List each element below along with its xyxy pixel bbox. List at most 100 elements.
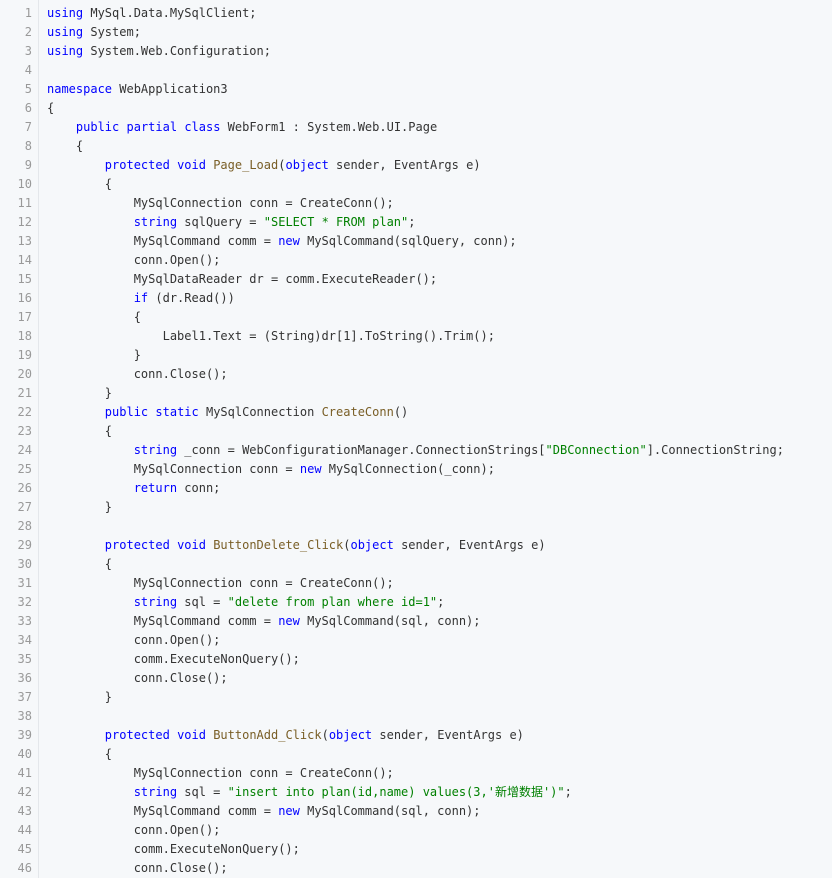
code-text: MySqlConnection conn = CreateConn();: [47, 766, 394, 780]
line-number: 31: [17, 576, 32, 590]
code-keyword: using: [47, 25, 84, 39]
code-line: }: [47, 688, 112, 707]
line-number: 1: [24, 6, 32, 20]
code-text: {: [47, 139, 84, 153]
code-text: conn.Close();: [47, 861, 228, 875]
code-line: {: [47, 308, 141, 327]
line-number: 36: [17, 671, 32, 685]
code-text: ].ConnectionString;: [646, 443, 784, 457]
line-number: 46: [17, 861, 32, 875]
line-number: 39: [17, 728, 32, 742]
code-text: MySqlConnection conn = CreateConn();: [47, 196, 394, 210]
code-line: MySqlDataReader dr = comm.ExecuteReader(…: [47, 270, 437, 289]
code-text: }: [47, 348, 141, 362]
code-text: Label1.Text = (String)dr[1].ToString().T…: [47, 329, 495, 343]
code-line: if (dr.Read()): [47, 289, 235, 308]
line-number: 20: [17, 367, 32, 381]
line-number: 7: [24, 120, 32, 134]
line-number: 19: [17, 348, 32, 362]
line-number: 21: [17, 386, 32, 400]
code-keyword: protected: [104, 158, 170, 172]
code-keyword: string: [133, 215, 178, 229]
line-number: 5: [24, 82, 32, 96]
code-method-name: Page_Load: [213, 158, 279, 172]
code-content: using MySql.Data.MySqlClient; using Syste…: [39, 0, 832, 878]
code-string: "insert into plan(id,name) values(3,'新增数…: [227, 785, 565, 799]
code-line: conn.Open();: [47, 251, 221, 270]
code-keyword: string: [133, 595, 178, 609]
line-number: 22: [17, 405, 32, 419]
line-number: 33: [17, 614, 32, 628]
code-string: "DBConnection": [545, 443, 647, 457]
line-number: 12: [17, 215, 32, 229]
line-number: 38: [17, 709, 32, 723]
code-text: System;: [83, 25, 141, 39]
code-line: {: [47, 745, 112, 764]
line-number: 29: [17, 538, 32, 552]
code-text: ;: [408, 215, 416, 229]
line-number: 18: [17, 329, 32, 343]
line-number: 10: [17, 177, 32, 191]
code-line: string sql = "delete from plan where id=…: [47, 593, 445, 612]
line-number: 43: [17, 804, 32, 818]
code-line: {: [47, 175, 112, 194]
line-number: 26: [17, 481, 32, 495]
code-keyword: new: [278, 234, 300, 248]
code-line: protected void ButtonDelete_Click(object…: [47, 536, 546, 555]
code-keyword: protected: [104, 538, 170, 552]
code-text: sender, EventArgs e): [372, 728, 524, 742]
code-keyword: protected: [104, 728, 170, 742]
code-line: comm.ExecuteNonQuery();: [47, 650, 300, 669]
code-keyword: using: [47, 6, 84, 20]
code-text: }: [47, 386, 113, 400]
line-number: 14: [17, 253, 32, 267]
code-text: comm.ExecuteNonQuery();: [47, 652, 300, 666]
code-line: string _conn = WebConfigurationManager.C…: [47, 441, 784, 460]
code-line: MySqlConnection conn = CreateConn();: [47, 194, 394, 213]
code-keyword: if: [133, 291, 149, 305]
code-keyword: new: [299, 462, 322, 476]
code-line: conn.Open();: [47, 821, 221, 840]
code-line: }: [47, 498, 112, 517]
code-keyword: return: [133, 481, 178, 495]
line-number: 2: [24, 25, 32, 39]
code-keyword: string: [133, 785, 178, 799]
code-keyword: void: [177, 538, 206, 552]
line-number: 28: [17, 519, 32, 533]
code-text: {: [47, 557, 113, 571]
code-text: {: [47, 101, 55, 115]
line-number: 8: [24, 139, 32, 153]
code-text: ;: [564, 785, 572, 799]
code-text: MySqlConnection(_conn);: [321, 462, 495, 476]
code-line: MySqlCommand comm = new MySqlCommand(sql…: [47, 232, 517, 251]
line-number: 44: [17, 823, 32, 837]
code-keyword: object: [328, 728, 373, 742]
code-text: conn.Close();: [47, 671, 228, 685]
code-text: {: [47, 747, 113, 761]
code-text: _conn = WebConfigurationManager.Connecti…: [177, 443, 546, 457]
code-line: namespace WebApplication3: [47, 80, 228, 99]
code-text: MySqlCommand(sql, conn);: [299, 614, 481, 628]
code-text: MySqlCommand(sql, conn);: [299, 804, 481, 818]
line-number: 25: [17, 462, 32, 476]
code-text: {: [47, 424, 113, 438]
line-number: 40: [17, 747, 32, 761]
line-number: 9: [24, 158, 32, 172]
code-line: return conn;: [47, 479, 221, 498]
code-line: {: [47, 137, 83, 156]
code-line: Label1.Text = (String)dr[1].ToString().T…: [47, 327, 495, 346]
line-number: 27: [17, 500, 32, 514]
code-line: conn.Close();: [47, 859, 228, 878]
line-number: 3: [24, 44, 32, 58]
